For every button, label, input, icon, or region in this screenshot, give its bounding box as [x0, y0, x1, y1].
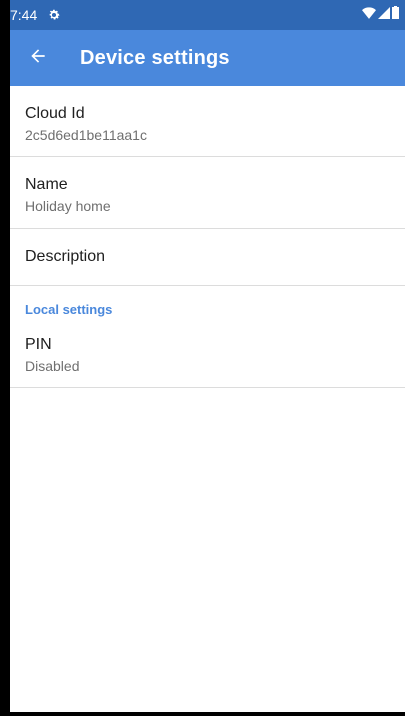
battery-icon — [392, 6, 399, 24]
setting-summary: Holiday home — [25, 198, 111, 214]
screen: 7:44 Device settings Cloud Id 2c5d6ed1be… — [0, 0, 405, 716]
cell-signal-icon — [378, 6, 390, 24]
status-bar: 7:44 — [10, 0, 405, 30]
page-title: Device settings — [80, 46, 230, 69]
setting-title: Cloud Id — [25, 105, 85, 122]
setting-name[interactable]: Name Holiday home — [10, 157, 405, 229]
setting-summary: 2c5d6ed1be11aa1c — [25, 127, 147, 143]
status-time: 7:44 — [10, 7, 38, 23]
setting-title: Name — [25, 176, 68, 193]
setting-description[interactable]: Description — [10, 229, 405, 285]
setting-cloud-id[interactable]: Cloud Id 2c5d6ed1be11aa1c — [10, 86, 405, 157]
setting-pin[interactable]: PIN Disabled — [10, 323, 405, 388]
section-header-local-settings: Local settings — [10, 285, 405, 323]
arrow-back-icon — [28, 46, 48, 71]
setting-summary: Disabled — [25, 358, 80, 374]
setting-title: PIN — [25, 336, 52, 353]
setting-title: Description — [25, 248, 106, 265]
status-icons — [362, 6, 399, 24]
app-bar: Device settings — [10, 30, 405, 86]
back-button[interactable] — [18, 38, 58, 78]
settings-list: Cloud Id 2c5d6ed1be11aa1c Name Holiday h… — [10, 86, 405, 712]
gear-icon — [47, 8, 61, 22]
wifi-icon — [362, 6, 376, 24]
